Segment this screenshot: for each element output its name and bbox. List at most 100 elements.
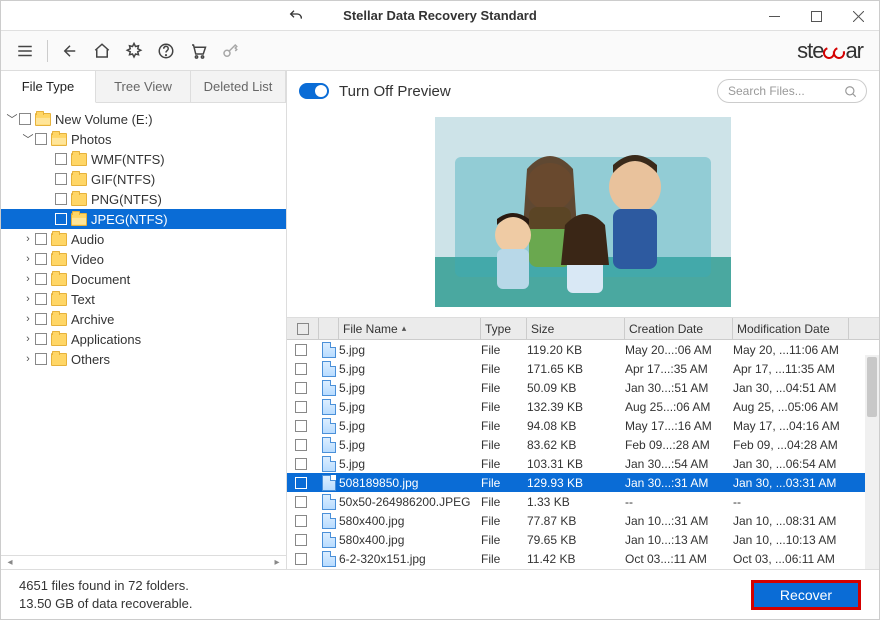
row-checkbox[interactable]	[295, 382, 307, 394]
advanced-settings-icon[interactable]	[120, 37, 148, 65]
key-icon[interactable]	[216, 37, 244, 65]
row-checkbox[interactable]	[295, 420, 307, 432]
back-icon[interactable]	[56, 37, 84, 65]
select-all-checkbox[interactable]	[297, 323, 309, 335]
search-input[interactable]: Search Files...	[717, 79, 867, 103]
menu-icon[interactable]	[11, 37, 39, 65]
maximize-button[interactable]	[795, 1, 837, 31]
col-filename[interactable]: File Name▴	[339, 318, 481, 339]
tab-deleted-list[interactable]: Deleted List	[191, 71, 286, 102]
cell-type: File	[481, 514, 527, 528]
file-icon	[322, 342, 336, 358]
table-row[interactable]: 5.jpgFile119.20 KBMay 20...:06 AMMay 20,…	[287, 340, 879, 359]
cell-name: 508189850.jpg	[339, 476, 481, 490]
col-size[interactable]: Size	[527, 318, 625, 339]
row-checkbox[interactable]	[295, 401, 307, 413]
cell-name: 5.jpg	[339, 400, 481, 414]
cell-size: 132.39 KB	[527, 400, 625, 414]
table-row[interactable]: 5.jpgFile94.08 KBMay 17...:16 AMMay 17, …	[287, 416, 879, 435]
cell-size: 79.65 KB	[527, 533, 625, 547]
col-type[interactable]: Type	[481, 318, 527, 339]
cell-cdate: Aug 25...:06 AM	[625, 400, 733, 414]
tree-row-document[interactable]: ›Document	[1, 269, 286, 289]
grid-vscrollbar[interactable]	[865, 355, 879, 569]
close-button[interactable]	[837, 1, 879, 31]
cell-mdate: Aug 25, ...05:06 AM	[733, 400, 849, 414]
file-icon	[322, 418, 336, 434]
tree-row-root[interactable]: ﹀New Volume (E:)	[1, 109, 286, 129]
cell-name: 580x400.jpg	[339, 533, 481, 547]
cell-type: File	[481, 533, 527, 547]
cart-icon[interactable]	[184, 37, 212, 65]
sidebar-hscrollbar[interactable]: ◂▸	[1, 555, 286, 569]
table-row[interactable]: 508189850.jpgFile129.93 KBJan 30...:31 A…	[287, 473, 879, 492]
cell-type: File	[481, 419, 527, 433]
toolbar: stear	[1, 31, 879, 71]
row-checkbox[interactable]	[295, 515, 307, 527]
table-row[interactable]: 5.jpgFile50.09 KBJan 30...:51 AMJan 30, …	[287, 378, 879, 397]
tree-row-video[interactable]: ›Video	[1, 249, 286, 269]
file-icon	[322, 456, 336, 472]
tab-tree-view[interactable]: Tree View	[96, 71, 191, 102]
titlebar: Stellar Data Recovery Standard	[1, 1, 879, 31]
row-checkbox[interactable]	[295, 534, 307, 546]
tree-row-photos[interactable]: ﹀Photos	[1, 129, 286, 149]
tree-row-applications[interactable]: ›Applications	[1, 329, 286, 349]
file-icon	[322, 380, 336, 396]
row-checkbox[interactable]	[295, 553, 307, 565]
help-icon[interactable]	[152, 37, 180, 65]
row-checkbox[interactable]	[295, 477, 307, 489]
tab-file-type[interactable]: File Type	[1, 71, 96, 103]
tree-row-others[interactable]: ›Others	[1, 349, 286, 369]
table-row[interactable]: 6-2-320x151.jpgFile11.42 KBOct 03...:11 …	[287, 549, 879, 568]
cell-mdate: Jan 10, ...08:31 AM	[733, 514, 849, 528]
table-row[interactable]: 5.jpgFile132.39 KBAug 25...:06 AMAug 25,…	[287, 397, 879, 416]
row-checkbox[interactable]	[295, 344, 307, 356]
preview-toggle-label: Turn Off Preview	[339, 83, 451, 100]
cell-type: File	[481, 438, 527, 452]
cell-name: 5.jpg	[339, 457, 481, 471]
file-icon	[322, 399, 336, 415]
cell-name: 5.jpg	[339, 381, 481, 395]
undo-icon	[288, 8, 304, 27]
row-checkbox[interactable]	[295, 363, 307, 375]
table-row[interactable]: 5.jpgFile83.62 KBFeb 09...:28 AMFeb 09, …	[287, 435, 879, 454]
col-modification-date[interactable]: Modification Date	[733, 318, 849, 339]
tree-row-png[interactable]: PNG(NTFS)	[1, 189, 286, 209]
tree-row-gif[interactable]: GIF(NTFS)	[1, 169, 286, 189]
table-row[interactable]: 5.jpgFile171.65 KBApr 17...:35 AMApr 17,…	[287, 359, 879, 378]
row-checkbox[interactable]	[295, 496, 307, 508]
cell-type: File	[481, 552, 527, 566]
file-icon	[322, 513, 336, 529]
window-controls	[753, 1, 879, 31]
cell-mdate: Feb 09, ...04:28 AM	[733, 438, 849, 452]
table-row[interactable]: 50x50-264986200.JPEGFile1.33 KB----	[287, 492, 879, 511]
tree-row-jpeg[interactable]: JPEG(NTFS)	[1, 209, 286, 229]
cell-type: File	[481, 381, 527, 395]
folder-tree[interactable]: ﹀New Volume (E:) ﹀Photos WMF(NTFS) GIF(N…	[1, 103, 286, 555]
table-row[interactable]: 580x400.jpgFile77.87 KBJan 10...:31 AMJa…	[287, 511, 879, 530]
cell-type: File	[481, 476, 527, 490]
tree-row-archive[interactable]: ›Archive	[1, 309, 286, 329]
row-checkbox[interactable]	[295, 458, 307, 470]
cell-type: File	[481, 362, 527, 376]
preview-image	[435, 117, 731, 307]
cell-type: File	[481, 457, 527, 471]
cell-name: 5.jpg	[339, 438, 481, 452]
col-creation-date[interactable]: Creation Date	[625, 318, 733, 339]
cell-size: 50.09 KB	[527, 381, 625, 395]
table-row[interactable]: 580x400.jpgFile79.65 KBJan 10...:13 AMJa…	[287, 530, 879, 549]
row-checkbox[interactable]	[295, 439, 307, 451]
file-icon	[322, 437, 336, 453]
preview-toggle[interactable]	[299, 83, 329, 99]
cell-type: File	[481, 343, 527, 357]
recover-button[interactable]: Recover	[751, 580, 861, 610]
minimize-button[interactable]	[753, 1, 795, 31]
cell-mdate: Jan 30, ...04:51 AM	[733, 381, 849, 395]
home-icon[interactable]	[88, 37, 116, 65]
tree-row-audio[interactable]: ›Audio	[1, 229, 286, 249]
tree-row-wmf[interactable]: WMF(NTFS)	[1, 149, 286, 169]
table-row[interactable]: 5.jpgFile103.31 KBJan 30...:54 AMJan 30,…	[287, 454, 879, 473]
cell-cdate: Jan 30...:54 AM	[625, 457, 733, 471]
tree-row-text[interactable]: ›Text	[1, 289, 286, 309]
